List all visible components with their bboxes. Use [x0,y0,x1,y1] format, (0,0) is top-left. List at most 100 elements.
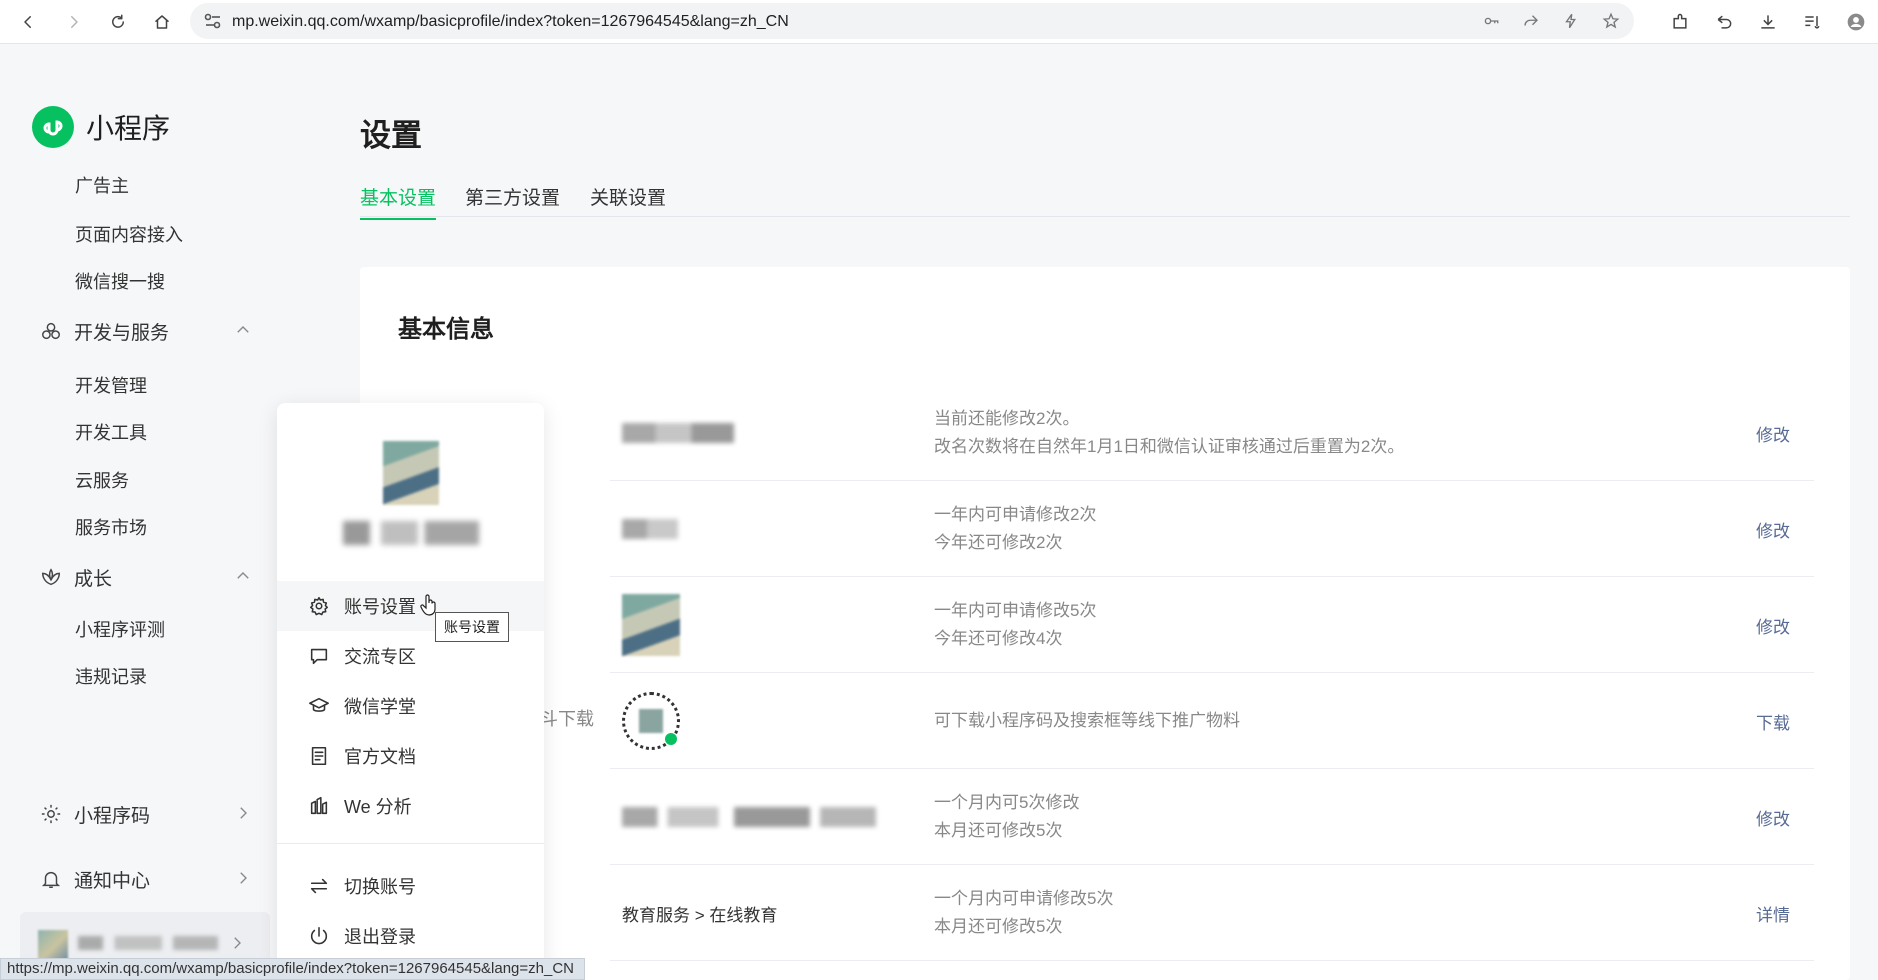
details-button[interactable]: 详情 [1756,865,1790,961]
modify-button[interactable]: 修改 [1756,481,1790,577]
lotus-icon [40,566,64,590]
share-icon[interactable] [1520,11,1542,31]
info-desc: 可下载小程序码及搜索框等线下推广物料 [934,711,1240,730]
chat-icon [308,645,330,667]
chevron-right-icon [234,869,252,887]
qr-badge-icon [665,733,677,745]
sidebar-group-dev-services[interactable]: 开发与服务 [40,318,252,345]
undo-menu-icon[interactable] [1702,6,1746,38]
graduation-cap-icon [308,695,330,717]
reload-icon[interactable] [104,8,132,36]
sidebar-item-page-content[interactable]: 页面内容接入 [75,221,183,247]
tab-basic-settings[interactable]: 基本设置 [360,183,437,220]
status-bar-url: https://mp.weixin.qq.com/wxamp/basicprof… [0,958,586,980]
sidebar-item-label: 通知中心 [74,871,151,892]
info-desc: 一个月内可申请修改5次 本月还可修改5次 [934,889,1114,936]
info-row-intro: 一年内可申请修改2次 今年还可修改2次 修改 [610,481,1814,577]
sidebar-group-label: 成长 [74,569,113,590]
info-desc: 一个月内可5次修改 本月还可修改5次 [934,793,1080,840]
tab-third-party-settings[interactable]: 第三方设置 [465,183,560,218]
blurred-value [622,807,876,827]
page-title: 设置 [360,118,422,153]
bell-icon [40,868,64,892]
sidebar-item-wechat-search[interactable]: 微信搜一搜 [75,268,165,294]
blurred-value [622,519,678,539]
back-icon[interactable] [14,8,42,36]
star-icon[interactable] [1600,11,1622,31]
info-value [622,385,734,481]
analytics-icon [308,795,330,817]
site-info-icon[interactable] [204,13,222,29]
download-icon[interactable] [1746,6,1790,38]
sidebar-group-growth[interactable]: 成长 [40,564,252,591]
key-icon[interactable] [1480,11,1502,31]
info-value [622,577,680,673]
lightning-icon[interactable] [1560,11,1582,31]
modify-button[interactable]: 修改 [1756,577,1790,673]
menu-item-switch-account[interactable]: 切换账号 [277,861,544,911]
menu-item-we-analysis[interactable]: We 分析 [277,781,544,831]
tooltip: 账号设置 [435,612,509,642]
menu-item-wechat-academy[interactable]: 微信学堂 [277,681,544,731]
info-value: 教育服务 > 在线教育 [622,905,778,925]
menu-item-logout[interactable]: 退出登录 [277,911,544,961]
chevron-up-icon[interactable] [234,321,252,339]
sidebar-item-cloud-service[interactable]: 云服务 [75,467,129,493]
chevron-up-icon[interactable] [234,567,252,585]
document-icon [308,745,330,767]
menu-item-official-docs[interactable]: 官方文档 [277,731,544,781]
chevron-right-icon [228,934,246,952]
sun-icon [40,803,64,827]
account-name-blurred [343,521,479,545]
download-button[interactable]: 下载 [1756,673,1790,769]
row-label-partial: 斗下载 [540,709,594,729]
sidebar-item-advertiser[interactable]: 广告主 [75,172,129,198]
sidebar-item-service-market[interactable]: 服务市场 [75,514,147,540]
avatar [622,594,680,656]
blurred-value [622,423,734,443]
info-row-qrcode: 可下载小程序码及搜索框等线下推广物料 下载 [610,673,1814,769]
home-icon[interactable] [148,8,176,36]
forward-icon[interactable] [60,8,88,36]
info-value [622,673,680,769]
sidebar-item-violations[interactable]: 违规记录 [75,663,147,689]
sidebar-item-dev-management[interactable]: 开发管理 [75,372,147,398]
url-text[interactable]: mp.weixin.qq.com/wxamp/basicprofile/inde… [232,13,789,31]
settings-tabs: 基本设置 第三方设置 关联设置 [360,180,1850,220]
profile-icon[interactable] [1834,6,1878,38]
brand-name: 小程序 [86,113,171,144]
chevron-right-icon [234,804,252,822]
info-value [622,769,876,865]
avatar [38,930,68,960]
address-bar[interactable]: mp.weixin.qq.com/wxamp/basicprofile/inde… [190,3,1634,39]
miniprogram-qr-code [622,692,680,750]
cluster-icon [40,320,64,344]
info-desc: 一年内可申请修改2次 今年还可修改2次 [934,505,1097,552]
info-desc: 当前还能修改2次。 改名次数将在自然年1月1日和微信认证审核通过后重置为2次。 [934,409,1405,456]
info-value [622,481,678,577]
sidebar-item-evaluation[interactable]: 小程序评测 [75,616,165,642]
brand-logo[interactable]: 小程序 [32,106,170,148]
browser-toolbar: mp.weixin.qq.com/wxamp/basicprofile/inde… [0,0,1878,44]
menu-divider [277,843,544,844]
info-row-avatar: 一年内可申请修改5次 今年还可修改4次 修改 [610,577,1814,673]
miniprogram-logo-icon [32,106,74,148]
info-desc: 一年内可申请修改5次 今年还可修改4次 [934,601,1097,648]
gear-icon [308,595,330,617]
account-popup-menu: 账号设置 交流专区 微信学堂 官方文档 We 分析 切换账号 退出登录 [277,403,544,980]
sidebar-item-dev-tools[interactable]: 开发工具 [75,419,147,445]
info-row-service: 一个月内可5次修改 本月还可修改5次 修改 [610,769,1814,865]
modify-button[interactable]: 修改 [1756,385,1790,481]
sidebar-item-notification-center[interactable]: 通知中心 [40,866,252,893]
extensions-icon[interactable] [1658,6,1702,38]
switch-icon [308,875,330,897]
tab-association-settings[interactable]: 关联设置 [590,183,666,218]
power-icon [308,925,330,947]
section-title: 基本信息 [398,316,494,343]
avatar [383,441,439,505]
basic-info-card: 基本信息 当前还能修改2次。 改名次数将在自然年1月1日和微信认证审核通过后重置为… [360,267,1850,980]
modify-button[interactable]: 修改 [1756,769,1790,865]
sidebar-item-miniprogram-code[interactable]: 小程序码 [40,801,252,828]
reading-list-icon[interactable] [1790,6,1834,38]
info-row-name: 当前还能修改2次。 改名次数将在自然年1月1日和微信认证审核通过后重置为2次。 修… [610,385,1814,481]
